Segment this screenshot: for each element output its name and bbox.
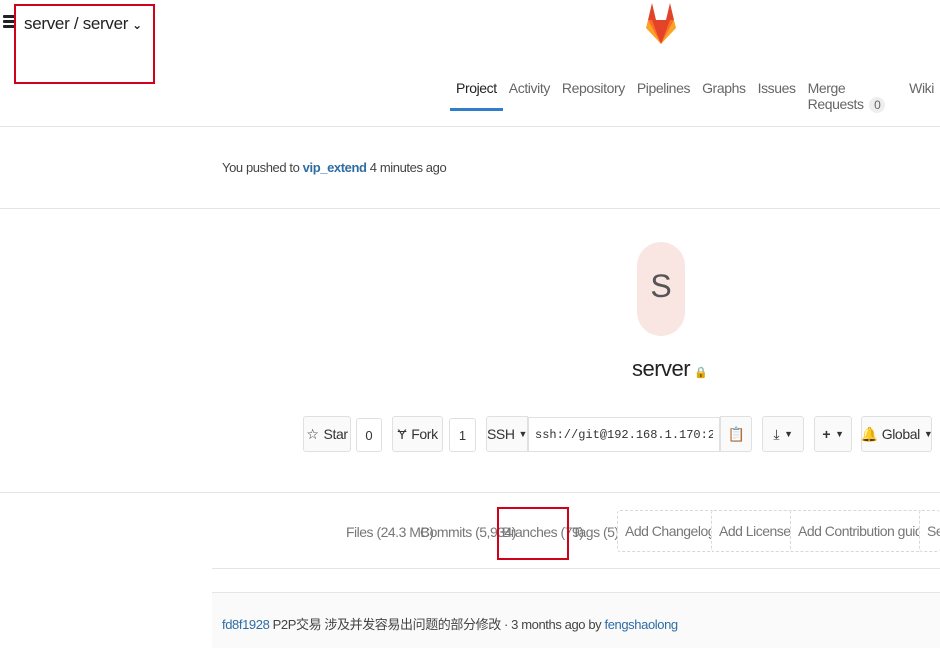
project-nav: Project Activity Repository Pipelines Gr… [450, 78, 940, 126]
fork-count[interactable]: 1 [449, 418, 476, 452]
tags-stat-link[interactable]: Tags (5) [572, 524, 619, 540]
notification-dropdown-button[interactable]: 🔔 Global ▼ [860, 416, 933, 452]
star-label: Star [323, 426, 348, 442]
chevron-down-icon: ▼ [784, 429, 793, 439]
fork-button[interactable]: Ɏ Fork [392, 416, 443, 452]
clone-protocol-dropdown[interactable]: SSH ▼ [486, 416, 528, 452]
copy-clone-url-button[interactable]: 📋 [720, 416, 752, 452]
tab-graphs[interactable]: Graphs [696, 78, 752, 110]
add-dropdown-button[interactable]: + ▼ [814, 416, 852, 452]
tab-activity[interactable]: Activity [503, 78, 556, 110]
add-changelog-button[interactable]: Add Changelog [617, 510, 724, 552]
commit-author-link[interactable]: fengshaolong [604, 617, 678, 632]
nav-divider [0, 126, 940, 127]
highlight-box-branches [497, 507, 569, 560]
tab-merge-requests-label: Merge Requests [807, 80, 864, 112]
plus-icon: + [822, 426, 831, 442]
chevron-down-icon: ▼ [923, 429, 933, 439]
push-event-message: You pushed to vip_extend 4 minutes ago [222, 160, 447, 175]
add-license-button[interactable]: Add License [711, 510, 799, 552]
chevron-down-icon: ▼ [835, 429, 844, 439]
gitlab-logo-icon[interactable] [646, 0, 676, 46]
star-count[interactable]: 0 [356, 418, 382, 452]
download-dropdown-button[interactable]: ⤓ ▼ [762, 416, 804, 452]
project-name: server [632, 356, 691, 381]
tab-merge-requests[interactable]: Merge Requests 0 [802, 78, 904, 127]
clipboard-icon: 📋 [727, 425, 745, 442]
commit-sha-link[interactable]: fd8f1928 [222, 617, 270, 632]
merge-requests-count-badge: 0 [869, 97, 886, 113]
tab-issues[interactable]: Issues [752, 78, 802, 110]
project-title: server 🔒 [632, 356, 708, 382]
push-event-prefix: You pushed to [222, 160, 303, 175]
notification-label: Global [881, 426, 920, 442]
tab-pipelines[interactable]: Pipelines [631, 78, 696, 110]
download-icon: ⤓ [773, 425, 780, 442]
fork-label: Fork [411, 426, 438, 442]
star-icon: ☆ [306, 425, 319, 442]
tab-repository[interactable]: Repository [556, 78, 631, 110]
highlight-box-breadcrumb [14, 4, 155, 84]
settings-button[interactable]: Set [919, 510, 940, 552]
bell-icon: 🔔 [860, 425, 878, 442]
commit-message: P2P交易 涉及并发容易出问题的部分修改 · 3 months ago by [269, 617, 605, 632]
add-contribution-guide-button[interactable]: Add Contribution guide [790, 510, 938, 552]
project-avatar-letter: S [650, 268, 672, 304]
push-event-suffix: 4 minutes ago [366, 160, 447, 175]
push-event-branch-link[interactable]: vip_extend [303, 160, 367, 175]
last-commit-text: fd8f1928 P2P交易 涉及并发容易出问题的部分修改 · 3 months… [222, 614, 678, 633]
event-divider [0, 208, 940, 209]
actions-divider [0, 492, 940, 493]
tab-wiki[interactable]: Wiki [903, 78, 940, 110]
lock-icon: 🔒 [694, 367, 708, 379]
chevron-down-icon: ▼ [518, 429, 528, 439]
clone-protocol-label: SSH [486, 426, 515, 442]
clone-url-input[interactable] [528, 417, 720, 452]
stats-divider [212, 568, 940, 569]
star-button[interactable]: ☆ Star [303, 416, 351, 452]
fork-icon: Ɏ [397, 426, 407, 442]
tab-project[interactable]: Project [450, 78, 503, 111]
